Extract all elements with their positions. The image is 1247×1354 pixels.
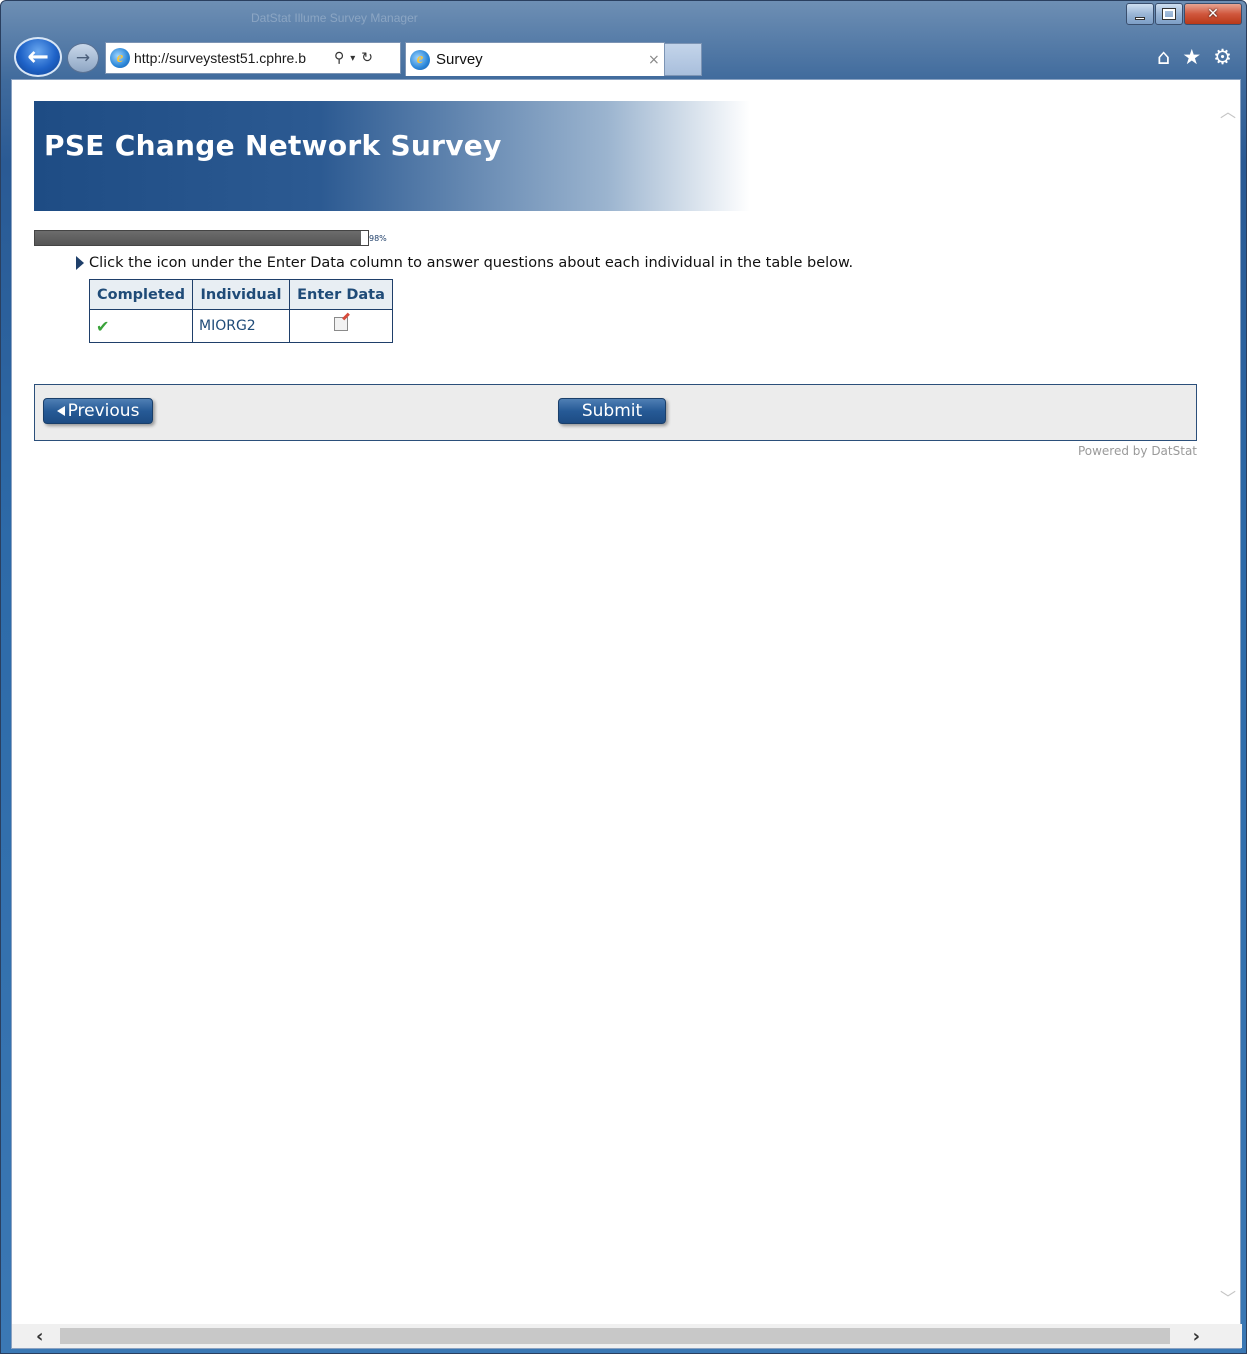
previous-label: Previous xyxy=(67,401,140,421)
browser-tools: ⌂ ★ ⚙ xyxy=(1145,45,1232,69)
navigation-bar: ← → e http://surveystest51.cphre.b ⚲ ▾ ↻… xyxy=(1,37,1247,79)
home-icon[interactable]: ⌂ xyxy=(1157,45,1170,69)
tab-title: Survey xyxy=(436,51,483,68)
column-enter-data: Enter Data xyxy=(289,279,393,310)
address-url[interactable]: http://surveystest51.cphre.b xyxy=(134,50,330,66)
page-title: PSE Change Network Survey xyxy=(44,129,502,162)
vertical-scrollbar[interactable]: ︿ ﹀ xyxy=(1214,80,1240,1325)
submit-label: Submit xyxy=(581,401,643,421)
browser-window: DatStat Illume Survey Manager ✕ ← → e ht… xyxy=(0,0,1247,1354)
title-bar: DatStat Illume Survey Manager ✕ xyxy=(1,1,1247,37)
table-header-row: Completed Individual Enter Data xyxy=(89,279,393,310)
bullet-arrow-icon xyxy=(76,256,84,270)
page-viewport: PSE Change Network Survey 98% Click the … xyxy=(11,79,1242,1349)
survey-navigation-panel: Previous Submit xyxy=(34,384,1197,441)
tab-ie-icon: e xyxy=(410,49,430,70)
left-triangle-icon xyxy=(56,406,65,416)
column-completed: Completed xyxy=(89,279,193,310)
completed-cell: ✔ xyxy=(89,309,193,343)
submit-button[interactable]: Submit xyxy=(558,398,666,424)
search-icon[interactable]: ⚲ xyxy=(334,50,344,66)
address-bar[interactable]: e http://surveystest51.cphre.b ⚲ ▾ ↻ xyxy=(105,42,401,74)
dropdown-icon[interactable]: ▾ xyxy=(350,53,355,64)
individuals-table: Completed Individual Enter Data ✔ MIORG2 xyxy=(89,279,393,343)
table-row: ✔ MIORG2 xyxy=(89,309,393,343)
close-window-button[interactable]: ✕ xyxy=(1184,3,1242,25)
survey-banner: PSE Change Network Survey xyxy=(34,101,750,211)
individual-cell: MIORG2 xyxy=(192,309,290,343)
new-tab-button[interactable] xyxy=(665,43,702,76)
window-controls: ✕ xyxy=(1125,3,1242,25)
scroll-left-icon[interactable]: ‹ xyxy=(36,1326,43,1347)
progress-label: 98% xyxy=(369,234,387,243)
close-icon: ✕ xyxy=(1207,6,1219,22)
progress-bar xyxy=(34,230,369,246)
back-arrow-icon: ← xyxy=(27,42,49,72)
ie-logo-icon: e xyxy=(110,48,130,68)
maximize-icon xyxy=(1162,8,1176,20)
horizontal-scrollbar[interactable]: ‹ › xyxy=(12,1324,1242,1348)
maximize-button[interactable] xyxy=(1155,3,1183,25)
minimize-button[interactable] xyxy=(1126,3,1154,25)
address-bar-icons: ⚲ ▾ ↻ xyxy=(334,50,379,66)
column-individual: Individual xyxy=(192,279,290,310)
previous-button[interactable]: Previous xyxy=(43,398,153,424)
tab-survey[interactable]: e Survey × xyxy=(405,42,665,76)
window-title: DatStat Illume Survey Manager xyxy=(251,11,418,25)
tab-close-icon[interactable]: × xyxy=(648,52,660,68)
scroll-up-icon[interactable]: ︿ xyxy=(1220,98,1236,122)
instruction-text: Click the icon under the Enter Data colu… xyxy=(76,255,853,271)
progress-fill xyxy=(35,231,362,245)
back-button[interactable]: ← xyxy=(14,37,62,77)
scroll-thumb[interactable] xyxy=(60,1328,1170,1344)
refresh-icon[interactable]: ↻ xyxy=(361,50,373,66)
settings-gear-icon[interactable]: ⚙ xyxy=(1213,45,1232,69)
favorites-star-icon[interactable]: ★ xyxy=(1182,45,1201,69)
checkmark-icon: ✔ xyxy=(96,316,110,336)
powered-by-text[interactable]: Powered by DatStat xyxy=(1032,444,1197,458)
forward-button[interactable]: → xyxy=(67,43,99,73)
edit-icon[interactable] xyxy=(334,317,348,331)
minimize-icon xyxy=(1135,16,1145,20)
scroll-down-icon[interactable]: ﹀ xyxy=(1220,1285,1236,1309)
enter-data-cell xyxy=(289,309,393,343)
scroll-right-icon[interactable]: › xyxy=(1193,1326,1200,1347)
instruction-label: Click the icon under the Enter Data colu… xyxy=(89,255,854,271)
forward-arrow-icon: → xyxy=(75,48,91,68)
